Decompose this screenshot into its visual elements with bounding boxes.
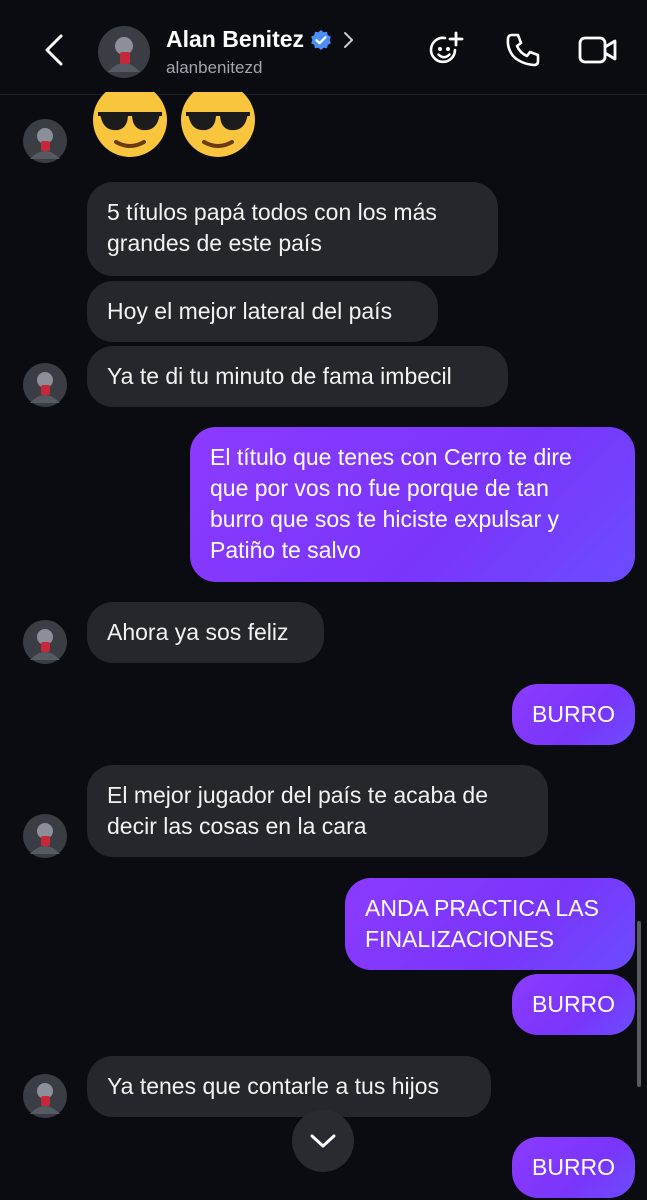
message-bubble-sent[interactable]: BURRO (512, 1137, 635, 1198)
scrollbar[interactable] (637, 921, 641, 1087)
chevron-right-icon[interactable] (342, 31, 356, 49)
avatar[interactable] (23, 1074, 67, 1118)
message-bubble-received[interactable]: 5 títulos papá todos con los más grandes… (87, 182, 498, 276)
chevron-down-icon (310, 1134, 336, 1148)
add-emoji-icon[interactable] (425, 30, 465, 70)
sunglasses-emoji-icon (93, 92, 167, 157)
message-bubble-received[interactable]: Hoy el mejor lateral del país (87, 281, 438, 342)
message-bubble-received[interactable]: El mejor jugador del país te acaba de de… (87, 765, 548, 857)
scroll-to-bottom-button[interactable] (292, 1110, 354, 1172)
contact-username: alanbenitezd (166, 58, 263, 77)
message-bubble-received[interactable]: Ya te di tu minuto de fama imbecil (87, 346, 508, 407)
avatar[interactable] (23, 119, 67, 163)
message-bubble-sent[interactable]: ANDA PRACTICA LAS FINALIZACIONES (345, 878, 635, 970)
message-bubble-sent[interactable]: BURRO (512, 684, 635, 745)
sunglasses-emoji-icon (181, 92, 255, 157)
avatar[interactable] (23, 814, 67, 858)
phone-icon[interactable] (503, 30, 543, 70)
back-icon[interactable] (38, 33, 72, 67)
message-bubble-sent[interactable]: El título que tenes con Cerro te dire qu… (190, 427, 635, 582)
avatar[interactable] (98, 26, 150, 78)
message-bubble-sent[interactable]: BURRO (512, 974, 635, 1035)
message-bubble-received[interactable]: Ahora ya sos feliz (87, 602, 324, 663)
avatar[interactable] (23, 620, 67, 664)
verified-icon (311, 29, 331, 50)
video-icon[interactable] (578, 30, 618, 70)
contact-name[interactable]: Alan Benitez (166, 26, 304, 53)
chat-header: Alan Benitez alanbenitezd (0, 0, 647, 95)
message-bubble-received[interactable]: Ya tenes que contarle a tus hijos (87, 1056, 491, 1117)
avatar[interactable] (23, 363, 67, 407)
contact-name-row[interactable]: Alan Benitez (166, 26, 356, 53)
